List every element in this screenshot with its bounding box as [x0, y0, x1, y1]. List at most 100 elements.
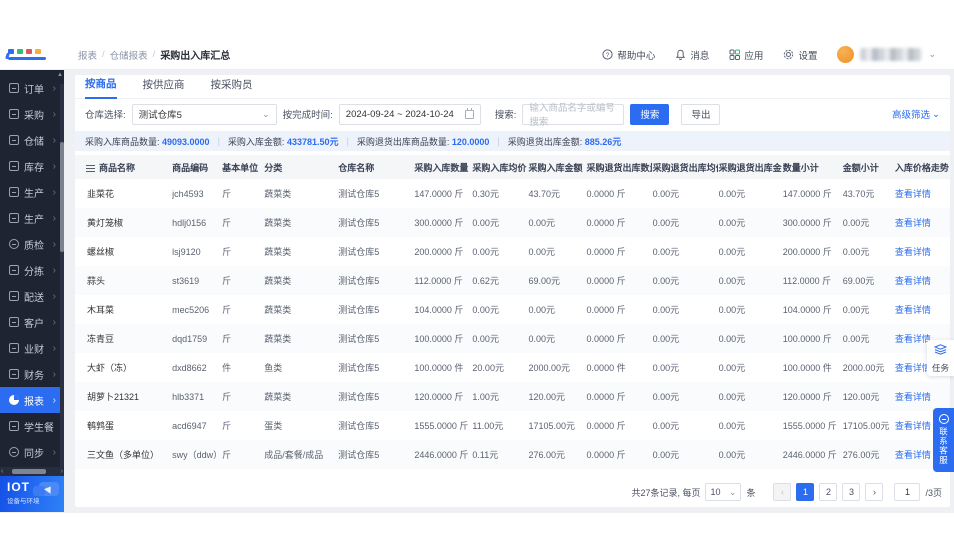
table-cell: dxd8662: [171, 353, 221, 382]
table-cell: 测试仓库5: [337, 208, 413, 237]
table-cell: 0.00元: [652, 324, 718, 353]
table-cell: 0.62元: [471, 266, 527, 295]
page-jump-input[interactable]: [894, 483, 920, 501]
table-cell: 0.00元: [471, 208, 527, 237]
sidebar-item-label: 客户: [24, 315, 44, 330]
sidebar-item-production[interactable]: 生产›: [0, 179, 64, 205]
sidebar-item-reports[interactable]: 报表›: [0, 387, 64, 413]
sidebar-scrollbar[interactable]: [60, 84, 64, 478]
view-detail-link[interactable]: 查看详情: [894, 382, 950, 411]
table-cell: dqd1759: [171, 324, 221, 353]
table-row: 韭菜花jch4593斤蔬菜类测试仓库5147.0000 斤0.30元43.70元…: [75, 179, 950, 208]
sidebar-item-delivery[interactable]: 配送›: [0, 283, 64, 309]
view-detail-link[interactable]: 查看详情: [894, 237, 950, 266]
column-header: 采购入库数量: [413, 155, 471, 179]
scroll-right-icon[interactable]: ›: [61, 467, 63, 476]
sidebar-item-production-2[interactable]: 生产›: [0, 205, 64, 231]
logo: [0, 49, 64, 60]
sidebar-item-student-meal[interactable]: 学生餐: [0, 413, 64, 439]
view-detail-link[interactable]: 查看详情: [894, 295, 950, 324]
tab-by-buyer[interactable]: 按采购员: [211, 77, 253, 98]
breadcrumb-warehouse-reports[interactable]: 仓储报表: [110, 48, 148, 62]
summary-value: 49093.0000: [162, 137, 210, 147]
avatar: [837, 46, 854, 63]
table-cell: 1.00元: [471, 382, 527, 411]
summary-item: 采购入库金额: 433781.50元: [228, 135, 339, 148]
page-button-3[interactable]: 3: [842, 483, 860, 501]
table-cell: 0.0000 件: [586, 353, 652, 382]
search-input[interactable]: 输入商品名字或编号搜索: [522, 104, 624, 125]
summary-item: 采购入库商品数量: 49093.0000: [85, 135, 210, 148]
table-cell: 蔬菜类: [263, 324, 337, 353]
date-range-picker[interactable]: 2024-09-24 ~ 2024-10-24: [339, 104, 481, 125]
help-center-button[interactable]: ? 帮助中心: [602, 48, 655, 62]
tab-by-supplier[interactable]: 按供应商: [143, 77, 185, 98]
advanced-filter-toggle[interactable]: 高级筛选 ⌄: [892, 107, 940, 121]
sidebar-item-biz-finance[interactable]: 业财›: [0, 335, 64, 361]
table-cell: 斤: [221, 179, 263, 208]
table-row: 螺丝椒lsj9120斤蔬菜类测试仓库5200.0000 斤0.00元0.00元0…: [75, 237, 950, 266]
table-cell: 100.0000 件: [413, 353, 471, 382]
table-cell: 69.00元: [527, 266, 585, 295]
table-cell: 0.00元: [652, 295, 718, 324]
table-cell: 2446.0000 斤: [782, 440, 842, 469]
task-layers-icon: [934, 342, 947, 360]
contact-service-button[interactable]: 联系客服: [933, 408, 954, 472]
chevron-down-icon: ⌄: [932, 109, 940, 120]
top-bar: 报表 / 仓储报表 / 采购出入库汇总 ? 帮助中心 消息 应用 设置: [0, 40, 954, 70]
biz-finance-icon: [9, 343, 19, 353]
table-cell: 0.00元: [842, 324, 894, 353]
sidebar-item-inventory[interactable]: 库存›: [0, 153, 64, 179]
sidebar-item-sync[interactable]: 同步›: [0, 439, 64, 465]
sidebar-item-storage[interactable]: 仓储›: [0, 127, 64, 153]
export-button[interactable]: 导出: [681, 104, 720, 125]
results-table: 商品名称商品编码基本单位分类仓库名称采购入库数量采购入库均价采购入库金额采购退货…: [75, 155, 950, 477]
apps-button[interactable]: 应用: [729, 48, 763, 62]
table-cell: 0.00元: [842, 295, 894, 324]
breadcrumb-reports[interactable]: 报表: [78, 48, 97, 62]
table-cell: 测试仓库5: [337, 411, 413, 440]
search-button[interactable]: 搜索: [630, 104, 669, 125]
prev-page-button[interactable]: ‹: [773, 483, 791, 501]
messages-button[interactable]: 消息: [675, 48, 709, 62]
sidebar-item-sorting[interactable]: 分拣›: [0, 257, 64, 283]
view-detail-link[interactable]: 查看详情: [894, 266, 950, 295]
table-cell: 斤: [221, 440, 263, 469]
sidebar-item-orders[interactable]: 订单›: [0, 75, 64, 101]
bell-icon: [675, 49, 686, 60]
sidebar-item-finance[interactable]: 财务›: [0, 361, 64, 387]
sidebar-item-label: 同步: [24, 445, 44, 460]
page-button-2[interactable]: 2: [819, 483, 837, 501]
view-detail-link[interactable]: 查看详情: [894, 208, 950, 237]
sidebar-horizontal-scrollbar[interactable]: ‹ ›: [0, 467, 64, 476]
user-menu[interactable]: ⌄: [837, 46, 936, 63]
settings-button[interactable]: 设置: [783, 48, 817, 62]
column-settings-icon[interactable]: [86, 165, 95, 172]
search-label: 搜索:: [495, 107, 517, 121]
next-page-button[interactable]: ›: [865, 483, 883, 501]
table-cell: 斤: [221, 266, 263, 295]
warehouse-select[interactable]: 测试仓库5 ⌄: [132, 104, 277, 125]
page-button-1[interactable]: 1: [796, 483, 814, 501]
page-size-select[interactable]: 10 ⌄: [705, 483, 741, 501]
orders-icon: [9, 83, 19, 93]
sidebar-item-qc[interactable]: 质检›: [0, 231, 64, 257]
table-cell: 测试仓库5: [337, 440, 413, 469]
table-cell: 韭菜花: [75, 179, 171, 208]
sidebar-item-label: 库存: [24, 159, 44, 174]
breadcrumb-separator: /: [102, 49, 105, 60]
table-cell: 0.00元: [652, 353, 718, 382]
table-cell: 三文鱼（多单位）: [75, 440, 171, 469]
scroll-left-icon[interactable]: ‹: [1, 467, 3, 476]
iot-banner[interactable]: IOT 设备与环境: [0, 476, 64, 512]
view-detail-link[interactable]: 查看详情: [894, 179, 950, 208]
chevron-right-icon: ›: [53, 343, 56, 354]
sidebar-item-customers[interactable]: 客户›: [0, 309, 64, 335]
table-cell: 大虾（冻）: [75, 353, 171, 382]
tab-by-product[interactable]: 按商品: [85, 76, 117, 99]
task-widget[interactable]: 任务: [927, 340, 954, 376]
table-cell: 100.0000 斤: [413, 324, 471, 353]
sidebar-item-purchase[interactable]: 采购›: [0, 101, 64, 127]
table-cell: 0.0000 斤: [586, 411, 652, 440]
table-cell: 0.00元: [652, 179, 718, 208]
